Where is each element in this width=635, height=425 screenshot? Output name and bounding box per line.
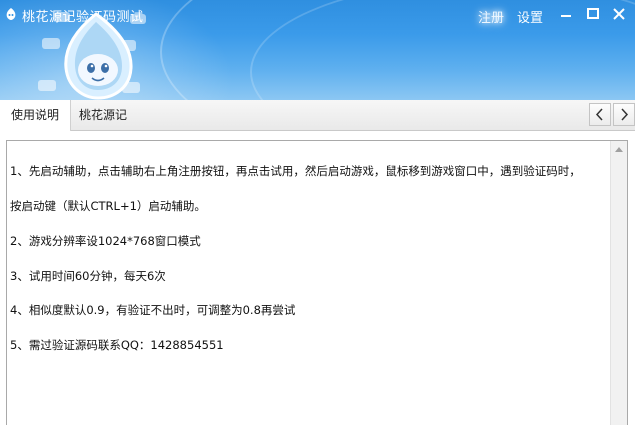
instruction-line: 1、先启动辅助，点击辅助右上角注册按钮，再点击试用，然后启动游戏，鼠标移到游戏窗…	[10, 164, 581, 179]
tab-instructions[interactable]: 使用说明	[0, 100, 72, 131]
vertical-scrollbar[interactable]	[610, 141, 627, 425]
chevron-right-icon	[621, 108, 629, 121]
minimize-icon[interactable]	[555, 3, 577, 25]
title-bar: 桃花源记验证码测试 注册 设置	[0, 0, 635, 100]
maximize-icon[interactable]	[582, 3, 604, 25]
decor-arc	[250, 0, 635, 100]
instructions-text: 1、先启动辅助，点击辅助右上角注册按钮，再点击试用，然后启动游戏，鼠标移到游戏窗…	[10, 143, 605, 375]
close-icon[interactable]	[608, 3, 630, 25]
instruction-line: 2、游戏分辨率设1024*768窗口模式	[10, 233, 201, 248]
app-logo-icon	[6, 8, 16, 20]
settings-link[interactable]: 设置	[517, 7, 543, 26]
tab-taohuayuanji[interactable]: 桃花源记	[68, 100, 138, 130]
instruction-line: 3、试用时间60分钟，每天6次	[10, 268, 166, 283]
register-link[interactable]: 注册	[478, 7, 504, 26]
instructions-textbox[interactable]: 1、先启动辅助，点击辅助右上角注册按钮，再点击试用，然后启动游戏，鼠标移到游戏窗…	[6, 140, 628, 425]
tab-next-button[interactable]	[613, 103, 635, 126]
instruction-line: 5、需过验证源码联系QQ：1428854551	[10, 338, 224, 353]
scroll-up-arrow-icon[interactable]	[611, 141, 627, 158]
instruction-line: 4、相似度默认0.9，有验证不出时，可调整为0.8再尝试	[10, 303, 296, 318]
chevron-left-icon	[595, 108, 603, 121]
instruction-line: 按启动键（默认CTRL+1）启动辅助。	[10, 198, 206, 213]
mascot-logo-icon	[38, 12, 146, 100]
tab-prev-button[interactable]	[589, 103, 611, 126]
tab-bar: 使用说明 桃花源记	[0, 100, 635, 131]
